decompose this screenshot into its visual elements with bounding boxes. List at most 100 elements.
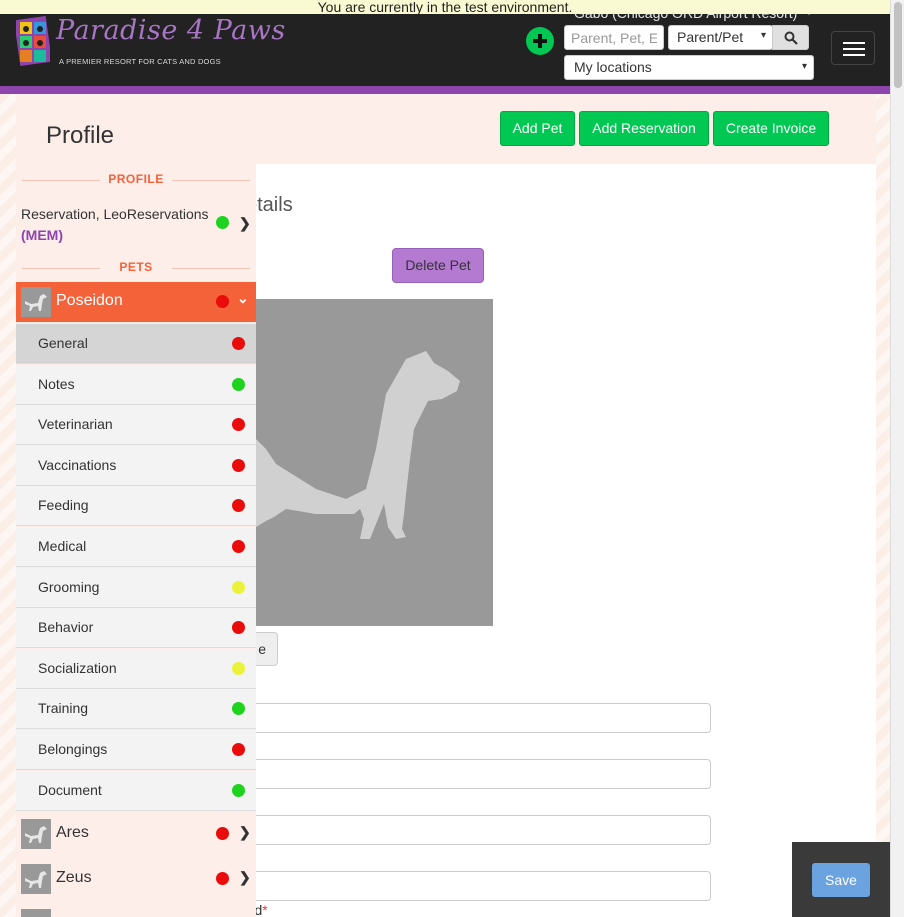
select-caret-icon: ▾: [760, 30, 766, 41]
pet-menu-item-behavior[interactable]: Behavior: [16, 608, 256, 649]
delete-pet-button[interactable]: Delete Pet: [392, 248, 484, 283]
pet-avatar: [21, 287, 51, 317]
pet-name: Poseidon: [56, 292, 123, 309]
status-dot-red: [216, 872, 229, 885]
search-input[interactable]: [564, 25, 664, 50]
status-dot-red: [232, 418, 245, 432]
dog-silhouette-icon: [256, 351, 460, 539]
pet-menu-item-label: General: [38, 335, 88, 351]
status-dot-red: [232, 621, 245, 635]
menu-toggle-button[interactable]: [831, 31, 875, 65]
pet-row-poseidon[interactable]: Poseidon ⌄: [16, 282, 256, 322]
pet-menu-item-belongings[interactable]: Belongings: [16, 730, 256, 770]
page-title: Profile: [46, 122, 115, 149]
pet-row-next[interactable]: [16, 904, 256, 917]
pet-menu-item-vaccinations[interactable]: Vaccinations: [16, 445, 256, 486]
profile-sidebar: PROFILE Reservation, LeoReservations (ME…: [16, 164, 256, 917]
pet-name: Ares: [56, 824, 89, 841]
locations-select[interactable]: My locations ▾: [564, 55, 814, 80]
dog-icon: [25, 826, 47, 843]
pet-avatar: [21, 864, 51, 894]
pet-menu-item-label: Training: [38, 700, 89, 717]
chevron-right-icon[interactable]: ❯: [239, 213, 251, 234]
select-caret-icon: ▾: [801, 61, 807, 72]
chevron-down-icon[interactable]: ⌄: [237, 290, 249, 307]
locations-value: My locations: [574, 59, 652, 75]
hamburger-icon: [843, 42, 865, 44]
profile-section-label: PROFILE: [102, 172, 170, 186]
dog-icon: [25, 871, 47, 888]
search-type-select[interactable]: Parent/Pet ▾: [668, 25, 773, 50]
pet-field-1[interactable]: [242, 703, 711, 733]
pet-menu-item-document[interactable]: Document: [16, 770, 256, 811]
pet-menu-item-label: Medical: [38, 538, 87, 554]
status-dot-green: [232, 377, 245, 391]
pet-avatar: [21, 819, 51, 849]
pet-menu-item-medical[interactable]: Medical: [16, 527, 256, 567]
pet-menu-item-label: Grooming: [38, 578, 100, 595]
scrollbar-thumb[interactable]: [894, 2, 902, 88]
required-star: *: [262, 902, 268, 917]
pet-name: Zeus: [56, 869, 92, 886]
hamburger-icon: [843, 48, 865, 50]
status-dot-red: [216, 295, 229, 308]
status-dot-red: [232, 499, 245, 513]
status-dot-red: [232, 458, 245, 472]
pet-field-4[interactable]: [242, 871, 711, 901]
reservation-profile-item[interactable]: Reservation, LeoReservations (MEM) ❯: [16, 200, 256, 248]
pet-menu-item-feeding[interactable]: Feeding: [16, 486, 256, 527]
status-dot-green: [232, 702, 245, 716]
pet-menu-item-general[interactable]: General: [16, 324, 256, 364]
pet-field-3[interactable]: [242, 815, 711, 845]
pet-menu-item-veterinarian[interactable]: Veterinarian: [16, 405, 256, 446]
logo[interactable]: Paradise 4 Paws A PREMIER RESORT FOR CAT…: [16, 14, 285, 72]
logo-title: Paradise 4 Paws: [56, 15, 286, 46]
pet-menu-item-label: Socialization: [38, 659, 117, 676]
status-dot-red: [232, 337, 245, 350]
pet-menu-item-label: Vaccinations: [38, 456, 117, 473]
hamburger-icon: [843, 54, 865, 56]
pet-menu-item-training[interactable]: Training: [16, 689, 256, 730]
profile-header: Profile Add Pet Add Reservation Create I…: [16, 94, 876, 164]
status-dot-yellow: [232, 661, 245, 675]
search-icon: [784, 31, 798, 45]
save-button[interactable]: Save: [812, 863, 870, 897]
pet-photo: [256, 299, 493, 626]
pet-menu-item-label: Behavior: [38, 619, 94, 636]
pet-menu-item-label: Feeding: [38, 497, 89, 514]
add-plus-icon[interactable]: [526, 27, 554, 55]
pet-row-zeus[interactable]: Zeus ❯: [16, 859, 256, 899]
pets-section-label: PETS: [113, 260, 159, 274]
navbar-accent-bar: [0, 86, 890, 94]
pet-field-2[interactable]: [242, 759, 711, 789]
chevron-right-icon[interactable]: ❯: [239, 869, 251, 886]
status-dot-green: [232, 783, 245, 797]
add-pet-button[interactable]: Add Pet: [500, 111, 575, 146]
pet-menu-item-label: Belongings: [38, 741, 108, 757]
membership-badge: (MEM): [21, 227, 63, 243]
status-dot-red: [232, 540, 245, 553]
pet-row-ares[interactable]: Ares ❯: [16, 814, 256, 854]
pet-menu-item-label: Document: [38, 781, 102, 798]
status-dot-green: [216, 216, 229, 229]
save-panel: Save: [792, 842, 890, 917]
scrollbar[interactable]: [890, 0, 904, 917]
status-dot-red: [232, 743, 245, 756]
paw-logo-icon: [16, 15, 50, 67]
status-dot-yellow: [232, 580, 245, 594]
chevron-right-icon[interactable]: ❯: [239, 824, 251, 841]
profile-section-heading: PROFILE: [16, 172, 256, 188]
logo-tagline: A PREMIER RESORT FOR CATS AND DOGS: [59, 57, 221, 66]
create-invoice-button[interactable]: Create Invoice: [713, 111, 829, 146]
pet-menu-item-grooming[interactable]: Grooming: [16, 567, 256, 608]
add-reservation-button[interactable]: Add Reservation: [579, 111, 709, 146]
dog-icon: [25, 294, 47, 311]
pet-avatar: [21, 909, 51, 917]
test-environment-banner: You are currently in the test environmen…: [0, 0, 890, 14]
pet-menu-item-label: Veterinarian: [38, 416, 113, 433]
search-type-value: Parent/Pet: [677, 29, 744, 45]
pet-menu-item-notes[interactable]: Notes: [16, 364, 256, 405]
search-button[interactable]: [772, 25, 809, 50]
status-dot-red: [216, 827, 229, 840]
pet-menu-item-socialization[interactable]: Socialization: [16, 648, 256, 689]
